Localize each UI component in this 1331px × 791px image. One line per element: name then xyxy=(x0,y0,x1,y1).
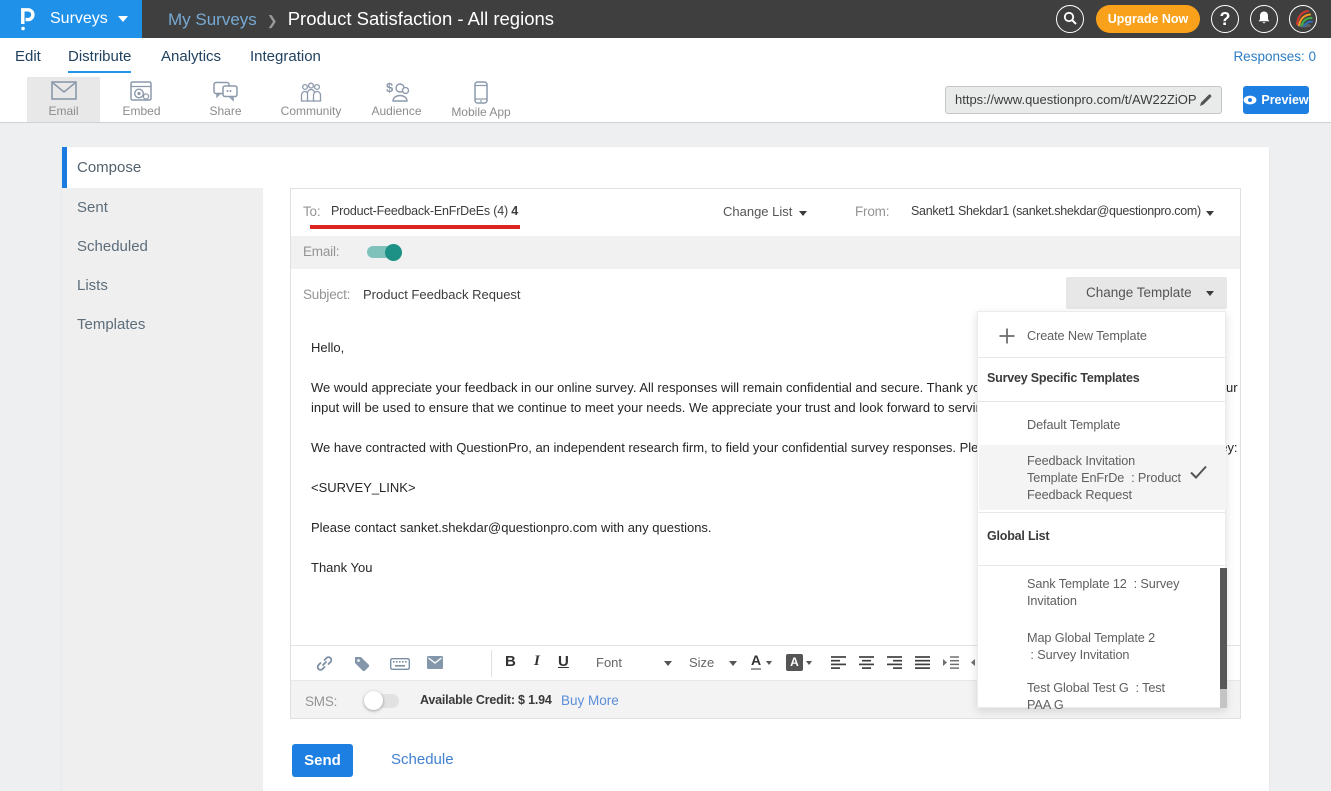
svg-text:$: $ xyxy=(386,81,394,95)
